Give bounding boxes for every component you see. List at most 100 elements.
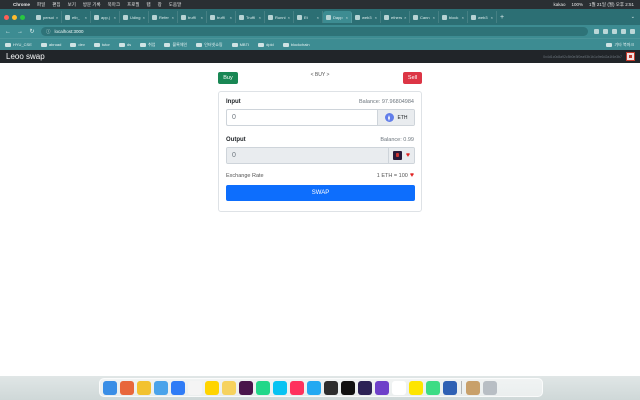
menubar-status-item[interactable]: kakao — [554, 2, 566, 8]
bookmark-folder[interactable]: blockchain — [282, 42, 310, 47]
menubar-app-name[interactable]: Chrome — [13, 2, 30, 7]
zoom-window-button[interactable] — [20, 14, 25, 20]
close-tab-icon[interactable]: × — [56, 15, 58, 20]
minimize-window-button[interactable] — [12, 14, 17, 20]
browser-tab[interactable]: persoi × — [33, 11, 62, 23]
menubar-clock[interactable]: 1월 21일 (월) 오후 2:51 — [589, 2, 634, 8]
close-tab-icon[interactable]: × — [85, 15, 87, 20]
eclipse-icon[interactable] — [358, 380, 372, 395]
reload-button[interactable]: ↻ — [29, 28, 35, 35]
tab-search-icon[interactable]: ⌄ — [631, 14, 635, 20]
browser-tab[interactable]: Truffl × — [236, 11, 265, 23]
close-tab-icon[interactable]: × — [288, 15, 290, 20]
menubar-item[interactable]: 도움말 — [169, 2, 181, 8]
browser-tab[interactable]: etb_ × — [62, 11, 91, 23]
app-brand[interactable]: Leoo swap — [6, 52, 45, 61]
kakaotalk-icon[interactable] — [205, 380, 219, 395]
address-url[interactable]: localhost:3000 — [55, 29, 84, 34]
close-tab-icon[interactable]: × — [143, 15, 145, 20]
android-studio-icon[interactable] — [426, 380, 440, 395]
close-tab-icon[interactable]: × — [317, 15, 319, 20]
github-desktop-icon[interactable] — [375, 380, 389, 395]
browser-tab[interactable]: app.j × — [91, 11, 120, 23]
notion-icon[interactable] — [392, 380, 406, 395]
menubar-item[interactable]: 보기 — [68, 2, 76, 8]
profile-avatar[interactable] — [621, 29, 626, 34]
browser-tab[interactable]: Dapp × — [323, 11, 352, 23]
kakao-icon[interactable] — [409, 380, 423, 395]
battery-status[interactable]: 100% — [572, 2, 584, 8]
bookmark-folder[interactable]: 취업 — [140, 42, 155, 48]
bookmark-folder[interactable]: abroad — [40, 42, 61, 47]
forward-button[interactable]: → — [17, 29, 23, 35]
terminal-icon[interactable] — [341, 380, 355, 395]
other-bookmarks[interactable]: 기타 북마크 — [606, 42, 634, 48]
slack-icon[interactable] — [239, 380, 253, 395]
intellij-icon[interactable] — [290, 380, 304, 395]
new-tab-button[interactable]: + — [500, 14, 504, 21]
close-tab-icon[interactable]: × — [433, 15, 435, 20]
close-tab-icon[interactable]: × — [230, 15, 232, 20]
address-bar[interactable]: ⓘ localhost:3000 — [41, 27, 588, 36]
trash-icon[interactable] — [483, 380, 497, 395]
browser-tab[interactable]: truffl × — [178, 11, 207, 23]
sell-button[interactable]: Sell — [403, 72, 422, 84]
notes-icon[interactable] — [222, 380, 236, 395]
pycharm-icon[interactable] — [256, 380, 270, 395]
finder-icon[interactable] — [103, 380, 117, 395]
browser-tab[interactable]: Cann × — [410, 11, 439, 23]
browser-tab[interactable]: web3 × — [352, 11, 381, 23]
virtualbox-icon[interactable] — [443, 380, 457, 395]
launchpad-icon[interactable] — [120, 380, 134, 395]
close-window-button[interactable] — [4, 14, 9, 20]
bookmark-folder[interactable]: tutor — [93, 42, 110, 47]
more-menu-icon[interactable] — [630, 29, 635, 34]
bookmark-folder[interactable]: dev — [70, 42, 85, 47]
back-button[interactable]: ← — [5, 29, 11, 35]
input-amount-field[interactable]: 0 — [227, 110, 377, 125]
extension-icon[interactable] — [594, 29, 599, 34]
close-tab-icon[interactable]: × — [462, 15, 464, 20]
menubar-item[interactable]: 탭 — [147, 2, 151, 8]
bookmark-folder[interactable]: MBTI — [231, 42, 249, 47]
browser-tab[interactable]: Uding × — [120, 11, 149, 23]
extension-icon[interactable] — [603, 29, 608, 34]
buy-button[interactable]: Buy — [218, 72, 238, 84]
browser-tab[interactable]: Runni × — [265, 11, 294, 23]
bookmark-folder[interactable]: dpld — [258, 42, 274, 47]
menubar-item[interactable]: 편집 — [52, 2, 60, 8]
close-tab-icon[interactable]: × — [375, 15, 377, 20]
swap-button[interactable]: SWAP — [226, 185, 415, 201]
calendar-icon[interactable] — [188, 380, 202, 395]
close-tab-icon[interactable]: × — [404, 15, 406, 20]
bookmark-folder[interactable]: ds — [118, 42, 131, 47]
archive-icon[interactable] — [466, 380, 480, 395]
chrome-icon[interactable] — [137, 380, 151, 395]
browser-tab[interactable]: Refer × — [149, 11, 178, 23]
browser-tab[interactable]: block × — [439, 11, 468, 23]
browser-tab[interactable]: ethers × — [381, 11, 410, 23]
menubar-item[interactable]: 방문 기록 — [83, 2, 101, 8]
menubar-item[interactable]: 북마크 — [108, 2, 120, 8]
app-store-icon[interactable] — [171, 380, 185, 395]
menubar-item[interactable]: 프로필 — [127, 2, 139, 8]
vscode-icon[interactable] — [307, 380, 321, 395]
browser-tab[interactable]: web3 × — [468, 11, 497, 23]
close-tab-icon[interactable]: × — [259, 15, 261, 20]
menubar-item[interactable]: 파일 — [37, 2, 45, 8]
bookmark-folder[interactable]: 블록체인 — [164, 42, 187, 48]
bookmark-folder[interactable]: HYU_CSE — [5, 42, 32, 47]
menubar-item[interactable]: 창 — [158, 2, 162, 8]
close-tab-icon[interactable]: × — [201, 15, 203, 20]
close-tab-icon[interactable]: × — [491, 15, 493, 20]
site-info-icon[interactable]: ⓘ — [46, 29, 51, 35]
webstorm-icon[interactable] — [273, 380, 287, 395]
xcode-icon[interactable] — [324, 380, 338, 395]
browser-tab[interactable]: Et × — [294, 11, 323, 23]
safari-icon[interactable] — [154, 380, 168, 395]
close-tab-icon[interactable]: × — [172, 15, 174, 20]
extension-icon[interactable] — [612, 29, 617, 34]
close-tab-icon[interactable]: × — [346, 15, 348, 20]
bookmark-folder[interactable]: 인터넷쇼핑 — [196, 42, 223, 48]
close-tab-icon[interactable]: × — [114, 15, 116, 20]
